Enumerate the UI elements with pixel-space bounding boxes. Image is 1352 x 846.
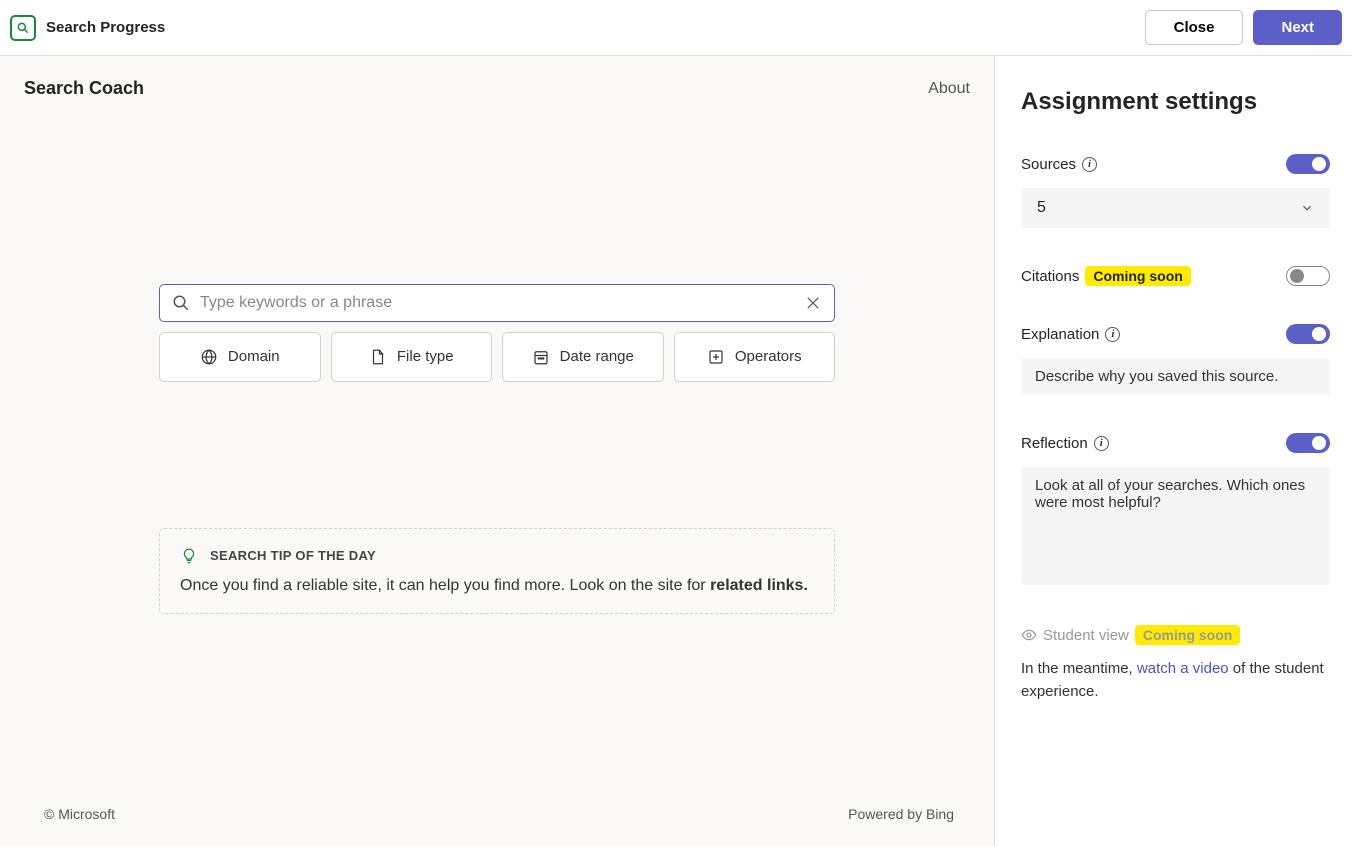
tip-body-text: Once you find a reliable site, it can he…	[180, 577, 710, 594]
filter-label: File type	[397, 348, 454, 365]
clear-search-icon[interactable]	[804, 294, 822, 312]
left-panel: Search Coach About Domain	[0, 56, 994, 846]
topbar-buttons: Close Next	[1145, 10, 1342, 45]
coming-soon-badge: Coming soon	[1085, 266, 1190, 286]
file-type-filter-button[interactable]: File type	[331, 332, 493, 382]
explanation-text[interactable]: Describe why you saved this source.	[1021, 358, 1330, 395]
info-icon[interactable]: i	[1105, 327, 1120, 342]
coach-title: Search Coach	[24, 78, 144, 99]
filter-label: Domain	[228, 348, 280, 365]
watch-video-link[interactable]: watch a video	[1137, 660, 1229, 677]
tip-body: Once you find a reliable site, it can he…	[180, 577, 814, 595]
footer: © Microsoft Powered by Bing	[0, 788, 994, 846]
about-link[interactable]: About	[928, 80, 970, 98]
reflection-text[interactable]: Look at all of your searches. Which ones…	[1021, 467, 1330, 585]
search-input[interactable]	[200, 294, 794, 312]
next-button[interactable]: Next	[1253, 10, 1342, 45]
explanation-toggle[interactable]	[1286, 324, 1330, 344]
citations-setting: Citations Coming soon	[1021, 266, 1330, 286]
copyright: © Microsoft	[44, 806, 115, 822]
search-box[interactable]	[159, 284, 835, 322]
sources-select[interactable]: 5	[1021, 188, 1330, 228]
search-icon	[172, 294, 190, 312]
settings-title: Assignment settings	[1021, 88, 1330, 116]
tip-box: SEARCH TIP OF THE DAY Once you find a re…	[159, 528, 835, 614]
settings-panel: Assignment settings Sources i 5 Citation…	[994, 56, 1352, 846]
explanation-setting: Explanation i Describe why you saved thi…	[1021, 324, 1330, 395]
tip-title: SEARCH TIP OF THE DAY	[210, 548, 376, 563]
citations-toggle	[1286, 266, 1330, 286]
sources-toggle[interactable]	[1286, 154, 1330, 174]
eye-icon	[1021, 627, 1037, 643]
app-logo-icon	[10, 15, 36, 41]
powered-by: Powered by Bing	[848, 806, 954, 822]
app-title: Search Progress	[46, 19, 165, 36]
date-range-filter-button[interactable]: Date range	[502, 332, 664, 382]
coach-header: Search Coach About	[0, 56, 994, 109]
citations-label: Citations	[1021, 268, 1079, 285]
sources-label: Sources	[1021, 156, 1076, 173]
sources-setting: Sources i 5	[1021, 154, 1330, 228]
operators-icon	[707, 348, 725, 366]
file-icon	[369, 348, 387, 366]
filter-label: Date range	[560, 348, 634, 365]
reflection-label: Reflection	[1021, 435, 1088, 452]
filter-row: Domain File type Date range Operators	[159, 332, 835, 382]
meantime-pre: In the meantime,	[1021, 660, 1137, 677]
student-view-label: Student view	[1043, 627, 1129, 644]
info-icon[interactable]: i	[1082, 157, 1097, 172]
globe-icon	[200, 348, 218, 366]
operators-filter-button[interactable]: Operators	[674, 332, 836, 382]
topbar: Search Progress Close Next	[0, 0, 1352, 56]
close-button[interactable]: Close	[1145, 10, 1244, 45]
explanation-label: Explanation	[1021, 326, 1099, 343]
tip-body-bold: related links.	[710, 577, 808, 594]
reflection-setting: Reflection i Look at all of your searche…	[1021, 433, 1330, 585]
meantime-text: In the meantime, watch a video of the st…	[1021, 657, 1330, 704]
student-view-row: Student view Coming soon	[1021, 625, 1330, 645]
coming-soon-badge: Coming soon	[1135, 625, 1240, 645]
calendar-icon	[532, 348, 550, 366]
lightbulb-icon	[180, 547, 198, 565]
info-icon[interactable]: i	[1094, 436, 1109, 451]
reflection-toggle[interactable]	[1286, 433, 1330, 453]
center-area: Domain File type Date range Operators	[0, 109, 994, 788]
sources-value: 5	[1037, 199, 1046, 217]
chevron-down-icon	[1300, 201, 1314, 215]
topbar-left: Search Progress	[10, 15, 165, 41]
filter-label: Operators	[735, 348, 802, 365]
domain-filter-button[interactable]: Domain	[159, 332, 321, 382]
